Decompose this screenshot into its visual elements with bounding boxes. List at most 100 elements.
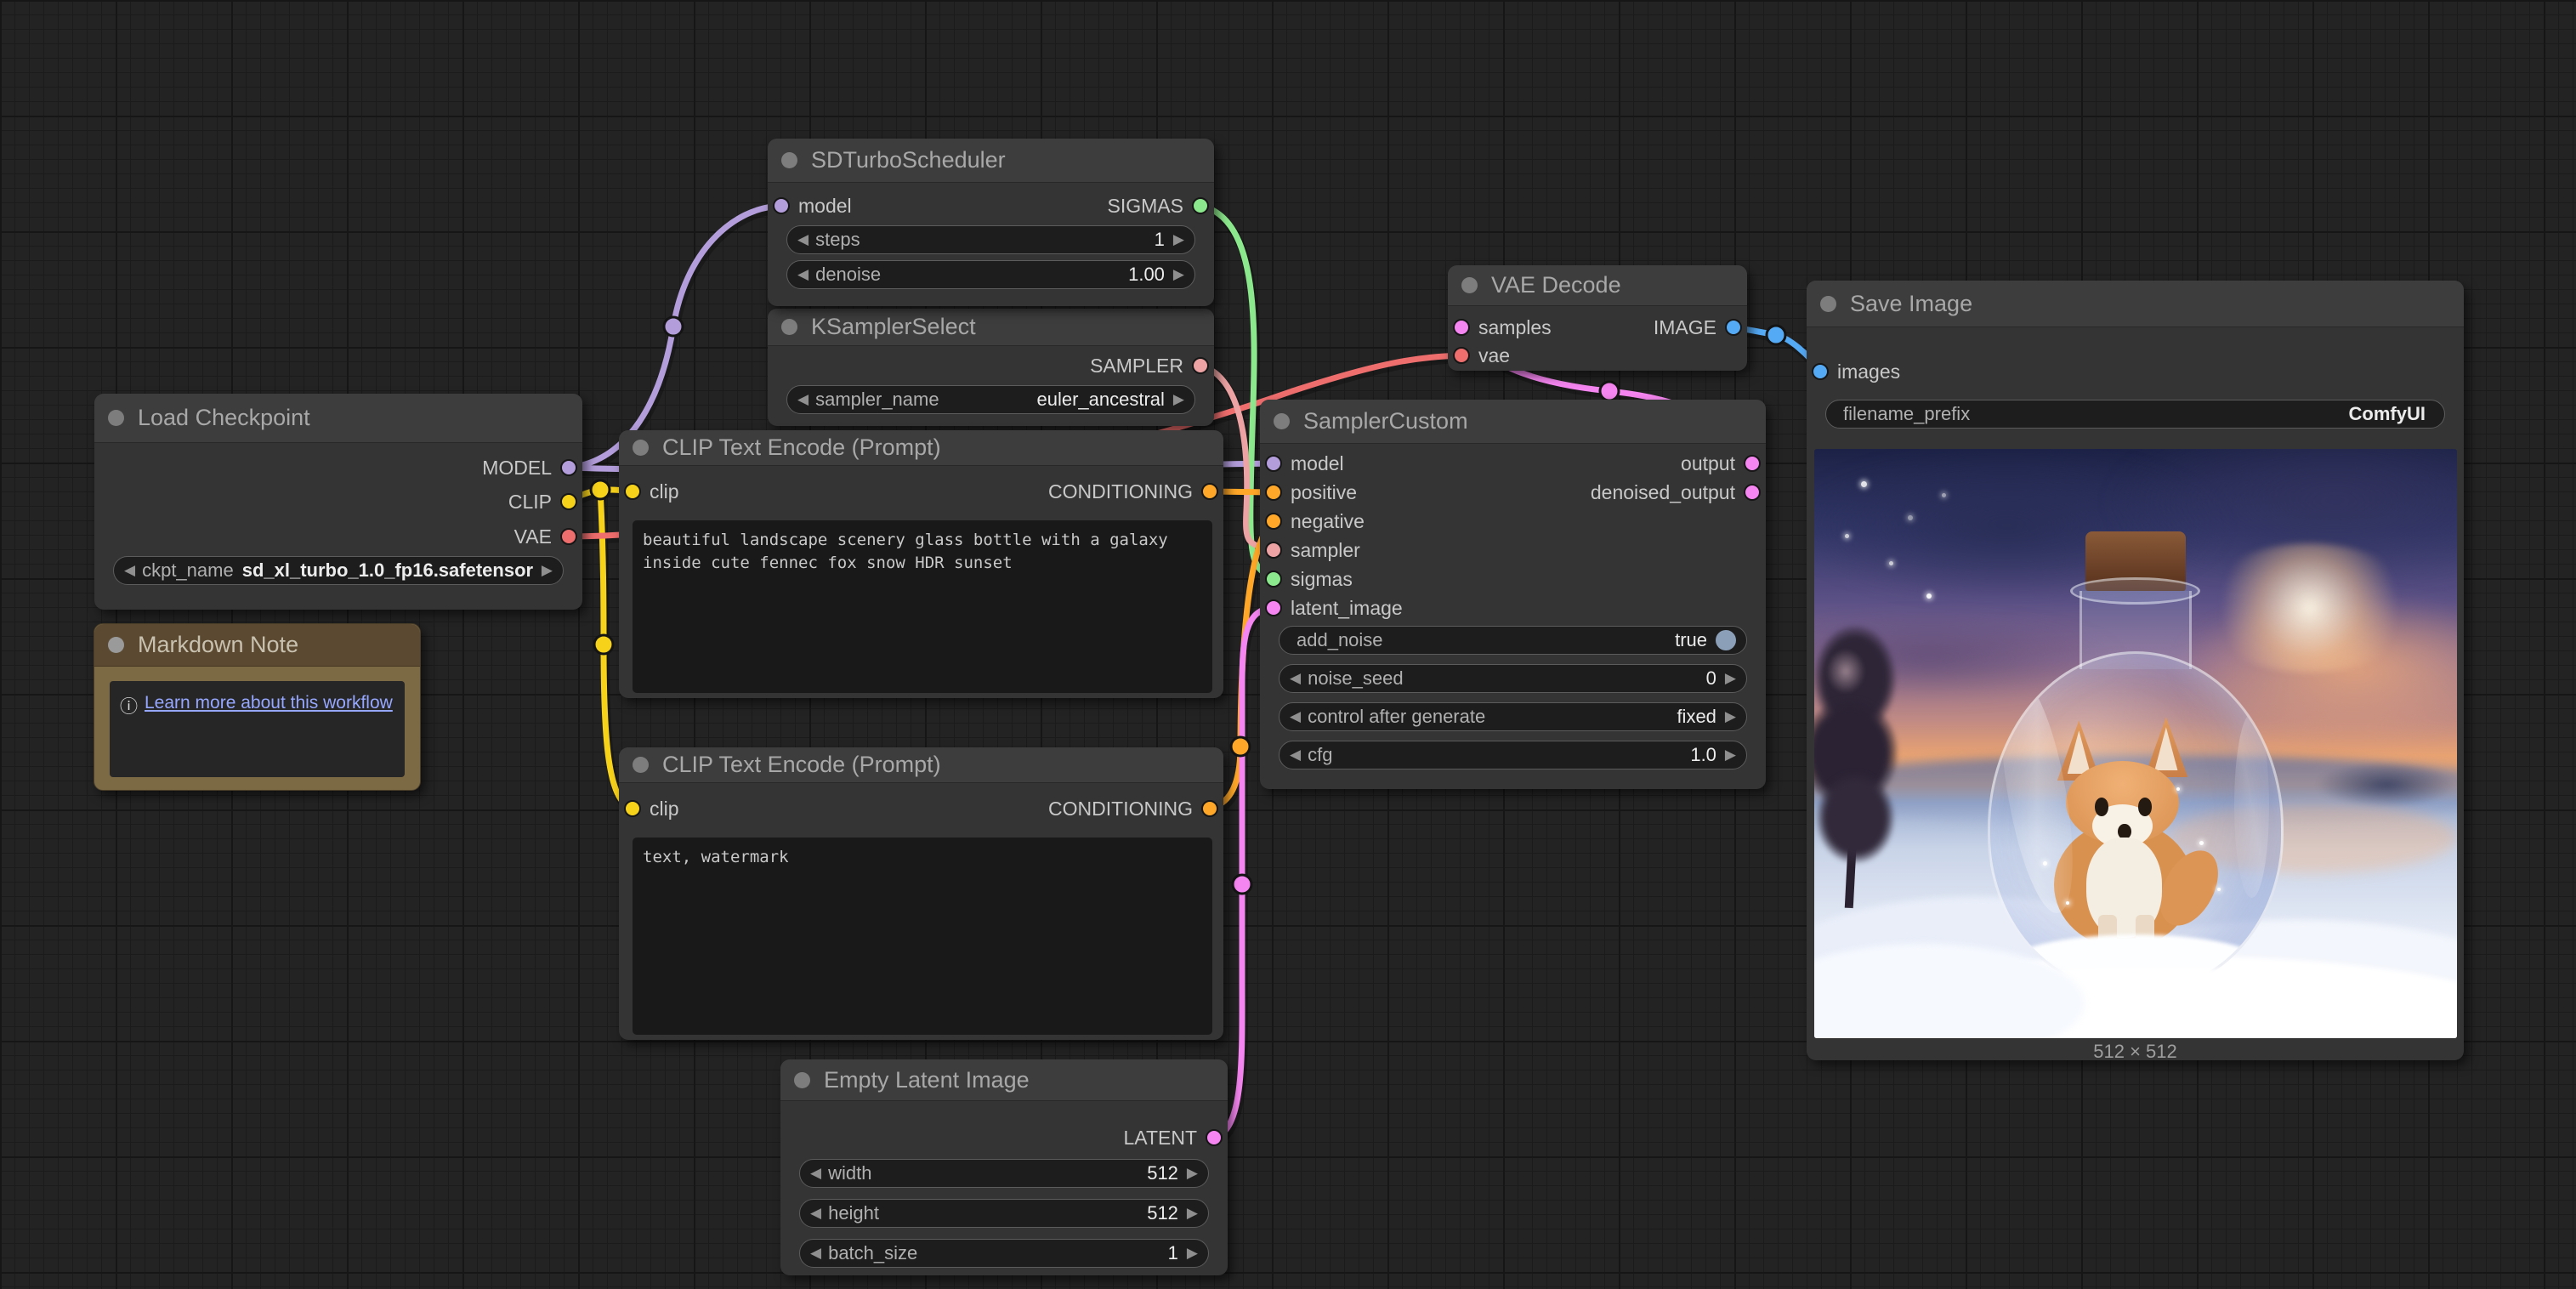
sigmas-output-port[interactable] <box>1192 197 1209 214</box>
conditioning-output-port[interactable] <box>1201 483 1218 500</box>
increment-arrow-icon[interactable]: ▶ <box>1725 670 1736 687</box>
node-title-bar[interactable]: Save Image <box>1807 281 2464 327</box>
increment-arrow-icon[interactable]: ▶ <box>1173 391 1184 408</box>
reroute-dot-samples[interactable] <box>1600 382 1619 400</box>
boolean-toggle[interactable] <box>1716 630 1736 650</box>
decrement-arrow-icon[interactable]: ◀ <box>1290 747 1301 764</box>
collapse-dot-icon[interactable] <box>1461 277 1478 293</box>
model-input-port[interactable] <box>1265 455 1282 472</box>
sampler-output-port[interactable] <box>1192 357 1209 374</box>
increment-arrow-icon[interactable]: ▶ <box>1173 266 1184 283</box>
node-ksampler-select[interactable]: KSamplerSelect SAMPLER ◀ sampler_name eu… <box>768 309 1214 426</box>
reroute-dot-image[interactable] <box>1767 326 1785 344</box>
negative-prompt-textarea[interactable]: text, watermark <box>633 838 1212 1035</box>
images-input-port[interactable] <box>1812 363 1829 380</box>
collapse-dot-icon[interactable] <box>633 757 649 773</box>
decrement-arrow-icon[interactable]: ◀ <box>797 231 809 248</box>
filename-prefix-widget[interactable]: filename_prefix ComfyUI <box>1825 400 2445 429</box>
node-title-bar[interactable]: KSamplerSelect <box>768 309 1214 346</box>
node-title-bar[interactable]: Empty Latent Image <box>780 1059 1228 1101</box>
decrement-arrow-icon[interactable]: ◀ <box>124 562 135 579</box>
widget-label: add_noise <box>1297 629 1383 651</box>
decrement-arrow-icon[interactable]: ◀ <box>797 391 809 408</box>
increment-arrow-icon[interactable]: ▶ <box>1187 1165 1198 1182</box>
steps-widget[interactable]: ◀ steps 1 ▶ <box>786 225 1195 254</box>
decrement-arrow-icon[interactable]: ◀ <box>797 266 809 283</box>
decrement-arrow-icon[interactable]: ◀ <box>1290 708 1301 725</box>
width-widget[interactable]: ◀ width 512 ▶ <box>799 1159 1209 1188</box>
increment-arrow-icon[interactable]: ▶ <box>1187 1245 1198 1262</box>
collapse-dot-icon[interactable] <box>1274 413 1290 429</box>
clip-input-port[interactable] <box>624 483 641 500</box>
reroute-dot-clip-2[interactable] <box>594 635 613 654</box>
latent-image-input-port[interactable] <box>1265 599 1282 616</box>
node-empty-latent-image[interactable]: Empty Latent Image LATENT ◀ width 512 ▶ … <box>780 1059 1228 1275</box>
increment-arrow-icon[interactable]: ▶ <box>542 562 553 579</box>
positive-prompt-textarea[interactable]: beautiful landscape scenery glass bottle… <box>633 520 1212 693</box>
node-title-bar[interactable]: Load Checkpoint <box>94 394 582 443</box>
node-load-checkpoint[interactable]: Load Checkpoint MODEL CLIP VAE ◀ ckpt_na… <box>94 394 582 610</box>
collapse-dot-icon[interactable] <box>781 319 797 335</box>
negative-input-port[interactable] <box>1265 513 1282 530</box>
decrement-arrow-icon[interactable]: ◀ <box>1290 670 1301 687</box>
node-title-bar[interactable]: VAE Decode <box>1448 265 1747 306</box>
cfg-widget[interactable]: ◀ cfg 1.0 ▶ <box>1279 741 1747 769</box>
node-markdown-note[interactable]: Markdown Note ⓘ Learn more about this wo… <box>94 623 421 791</box>
node-vae-decode[interactable]: VAE Decode samples IMAGE vae <box>1448 265 1747 371</box>
node-graph-canvas[interactable]: KSamplerSelect SAMPLER ◀ sampler_name eu… <box>0 0 2576 1289</box>
node-title-bar[interactable]: CLIP Text Encode (Prompt) <box>619 747 1223 783</box>
node-sampler-custom[interactable]: SamplerCustom model output positive deno… <box>1260 400 1766 789</box>
collapse-dot-icon[interactable] <box>108 410 124 426</box>
widget-label: ckpt_name <box>142 559 234 582</box>
collapse-dot-icon[interactable] <box>1820 296 1836 312</box>
increment-arrow-icon[interactable]: ▶ <box>1725 708 1736 725</box>
positive-input-port[interactable] <box>1265 484 1282 501</box>
sampler-name-widget[interactable]: ◀ sampler_name euler_ancestral ▶ <box>786 385 1195 414</box>
height-widget[interactable]: ◀ height 512 ▶ <box>799 1199 1209 1228</box>
decrement-arrow-icon[interactable]: ◀ <box>810 1245 821 1262</box>
noise-seed-widget[interactable]: ◀ noise_seed 0 ▶ <box>1279 664 1747 693</box>
node-title-bar[interactable]: SDTurboScheduler <box>768 139 1214 183</box>
collapse-dot-icon[interactable] <box>108 637 124 653</box>
vae-output-port[interactable] <box>560 528 577 545</box>
node-clip-text-encode-negative[interactable]: CLIP Text Encode (Prompt) clip CONDITION… <box>619 747 1223 1040</box>
node-clip-text-encode-positive[interactable]: CLIP Text Encode (Prompt) clip CONDITION… <box>619 430 1223 698</box>
reroute-dot-latent[interactable] <box>1233 875 1251 894</box>
model-input-port[interactable] <box>773 197 790 214</box>
ckpt-name-widget[interactable]: ◀ ckpt_name sd_xl_turbo_1.0_fp16.safeten… <box>113 556 564 585</box>
increment-arrow-icon[interactable]: ▶ <box>1173 231 1184 248</box>
sampler-input-port[interactable] <box>1265 542 1282 559</box>
batch-size-widget[interactable]: ◀ batch_size 1 ▶ <box>799 1239 1209 1268</box>
model-output-port[interactable] <box>560 459 577 476</box>
image-output-port[interactable] <box>1725 319 1742 336</box>
reroute-dot-clip-1[interactable] <box>591 480 610 499</box>
denoised-output-port[interactable] <box>1744 484 1761 501</box>
node-sdturbo-scheduler[interactable]: SDTurboScheduler model SIGMAS ◀ steps 1 … <box>768 139 1214 306</box>
decrement-arrow-icon[interactable]: ◀ <box>810 1165 821 1182</box>
increment-arrow-icon[interactable]: ▶ <box>1725 747 1736 764</box>
denoise-widget[interactable]: ◀ denoise 1.00 ▶ <box>786 260 1195 289</box>
node-save-image[interactable]: Save Image images filename_prefix ComfyU… <box>1807 281 2464 1060</box>
vae-input-port[interactable] <box>1453 347 1470 364</box>
sigmas-input-port[interactable] <box>1265 571 1282 588</box>
node-title-bar[interactable]: CLIP Text Encode (Prompt) <box>619 430 1223 466</box>
latent-output-port[interactable] <box>1206 1129 1223 1146</box>
node-title-bar[interactable]: SamplerCustom <box>1260 400 1766 444</box>
output-port[interactable] <box>1744 455 1761 472</box>
collapse-dot-icon[interactable] <box>781 152 797 168</box>
decrement-arrow-icon[interactable]: ◀ <box>810 1205 821 1222</box>
workflow-link[interactable]: Learn more about this workflow <box>145 693 393 713</box>
clip-input-port[interactable] <box>624 800 641 817</box>
conditioning-output-port[interactable] <box>1201 800 1218 817</box>
widget-value: 512 <box>880 1162 1177 1184</box>
node-title-bar[interactable]: Markdown Note <box>94 624 420 667</box>
clip-output-port[interactable] <box>560 493 577 510</box>
collapse-dot-icon[interactable] <box>633 440 649 456</box>
reroute-dot-conditioning[interactable] <box>1231 737 1250 756</box>
increment-arrow-icon[interactable]: ▶ <box>1187 1205 1198 1222</box>
reroute-dot-model[interactable] <box>664 317 683 336</box>
samples-input-port[interactable] <box>1453 319 1470 336</box>
control-after-generate-widget[interactable]: ◀ control after generate fixed ▶ <box>1279 702 1747 731</box>
add-noise-widget[interactable]: add_noise true <box>1279 626 1747 655</box>
collapse-dot-icon[interactable] <box>794 1072 810 1088</box>
